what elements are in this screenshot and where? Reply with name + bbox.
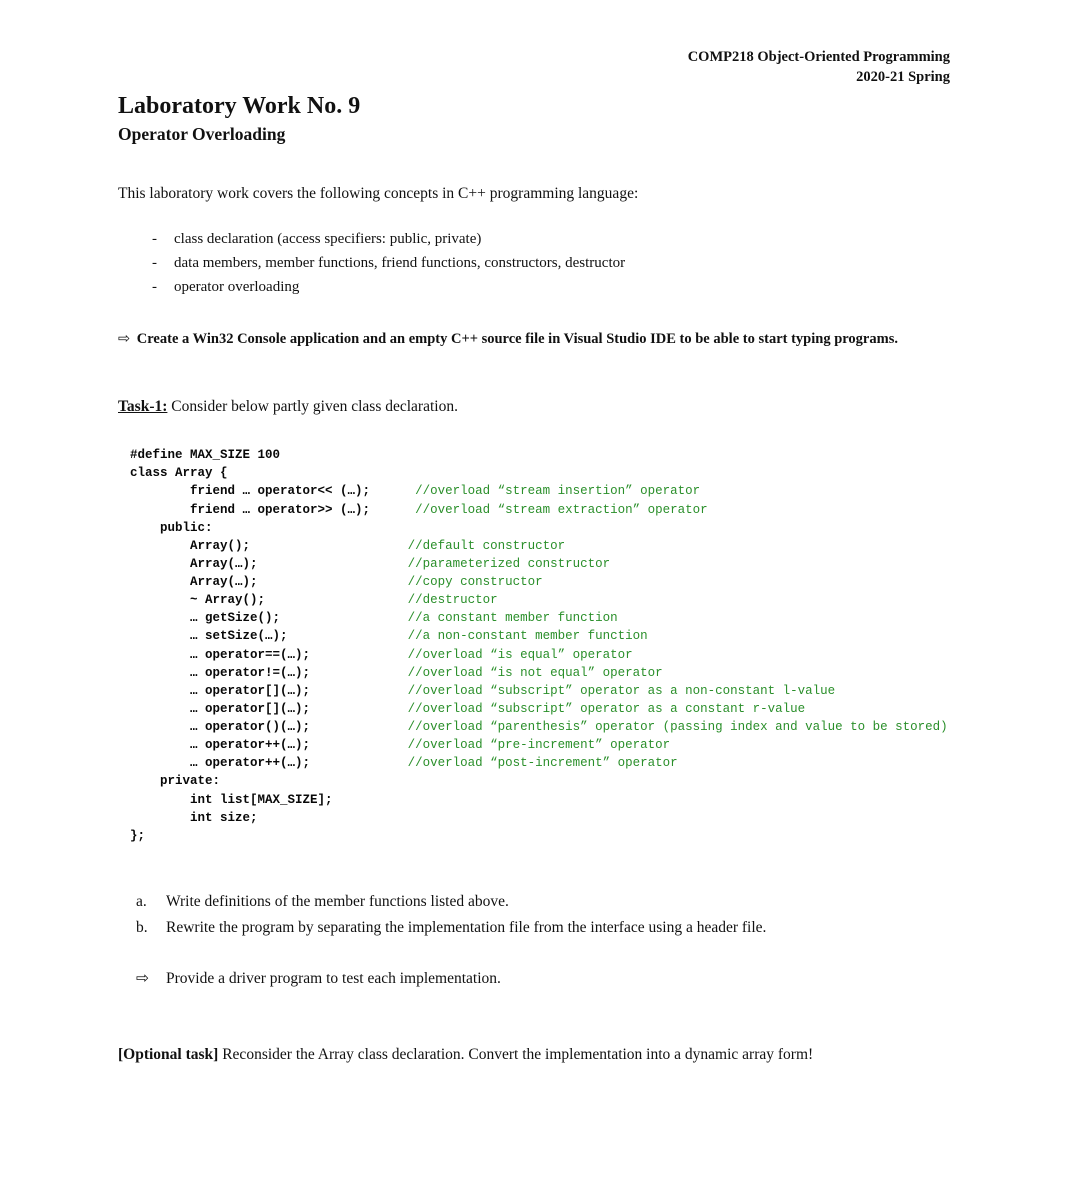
code-left: … operator[](…); bbox=[130, 684, 310, 698]
list-item: a. Write definitions of the member funct… bbox=[136, 889, 950, 915]
code-block: #define MAX_SIZE 100 class Array { frien… bbox=[130, 446, 950, 845]
document-page: COMP218 Object-Oriented Programming 2020… bbox=[0, 0, 1068, 1180]
optional-label: [Optional task] bbox=[118, 1046, 218, 1063]
code-left: Array(…); bbox=[130, 575, 258, 589]
term-line: 2020-21 Spring bbox=[118, 68, 950, 88]
code-comment: //overload “post-increment” operator bbox=[408, 756, 678, 770]
code-left: Array(); bbox=[130, 539, 250, 553]
page-title: Laboratory Work No. 9 bbox=[118, 93, 950, 120]
task-heading: Task-1: Consider below partly given clas… bbox=[118, 398, 950, 416]
code-line: public: bbox=[130, 521, 213, 535]
task-label: Task-1: bbox=[118, 398, 167, 415]
code-left: friend … operator>> (…); bbox=[130, 503, 370, 517]
list-item-label: operator overloading bbox=[174, 275, 299, 299]
optional-text: Reconsider the Array class declaration. … bbox=[218, 1046, 813, 1063]
concept-list: - class declaration (access specifiers: … bbox=[152, 227, 950, 299]
code-line: #define MAX_SIZE 100 bbox=[130, 448, 280, 462]
list-item-label: data members, member functions, friend f… bbox=[174, 251, 625, 275]
list-item-label: Rewrite the program by separating the im… bbox=[166, 915, 766, 941]
code-comment: //overload “pre-increment” operator bbox=[408, 738, 671, 752]
code-line: int list[MAX_SIZE]; bbox=[130, 793, 333, 807]
code-comment: //default constructor bbox=[408, 539, 566, 553]
page-subtitle: Operator Overloading bbox=[118, 124, 950, 145]
driver-text: Provide a driver program to test each im… bbox=[166, 966, 501, 992]
code-comment: //overload “stream insertion” operator bbox=[415, 484, 700, 498]
bullet-dash: - bbox=[152, 275, 174, 299]
arrow-right-icon: ⇨ bbox=[118, 331, 130, 348]
list-item-label: Write definitions of the member function… bbox=[166, 889, 509, 915]
subtask-list: a. Write definitions of the member funct… bbox=[136, 889, 950, 942]
code-left: friend … operator<< (…); bbox=[130, 484, 370, 498]
task-text: Consider below partly given class declar… bbox=[167, 398, 458, 415]
code-line: … setSize(…); //a non-constant member fu… bbox=[130, 629, 648, 643]
course-line: COMP218 Object-Oriented Programming bbox=[118, 48, 950, 68]
code-comment: //overload “is not equal” operator bbox=[408, 666, 663, 680]
code-left: … operator==(…); bbox=[130, 648, 310, 662]
code-line: … operator[](…); //overload “subscript” … bbox=[130, 702, 805, 716]
code-line: … operator==(…); //overload “is equal” o… bbox=[130, 648, 633, 662]
code-line: friend … operator<< (…); //overload “str… bbox=[130, 484, 700, 498]
code-comment: //overload “is equal” operator bbox=[408, 648, 633, 662]
code-left: ~ Array(); bbox=[130, 593, 265, 607]
code-line: }; bbox=[130, 829, 145, 843]
list-marker: b. bbox=[136, 915, 166, 941]
code-comment: //overload “subscript” operator as a con… bbox=[408, 702, 806, 716]
arrow-right-icon: ⇨ bbox=[136, 966, 166, 992]
bullet-dash: - bbox=[152, 227, 174, 251]
code-line: friend … operator>> (…); //overload “str… bbox=[130, 503, 708, 517]
instruction-line: ⇨ Create a Win32 Console application and… bbox=[118, 331, 950, 348]
list-item: - data members, member functions, friend… bbox=[152, 251, 950, 275]
list-item: - class declaration (access specifiers: … bbox=[152, 227, 950, 251]
code-left: … operator!=(…); bbox=[130, 666, 310, 680]
code-left: … setSize(…); bbox=[130, 629, 288, 643]
code-line: … getSize(); //a constant member functio… bbox=[130, 611, 618, 625]
code-comment: //destructor bbox=[408, 593, 498, 607]
code-line: Array(…); //copy constructor bbox=[130, 575, 543, 589]
instruction-text: Create a Win32 Console application and a… bbox=[137, 331, 898, 347]
code-line: Array(…); //parameterized constructor bbox=[130, 557, 610, 571]
code-comment: //copy constructor bbox=[408, 575, 543, 589]
list-item: b. Rewrite the program by separating the… bbox=[136, 915, 950, 941]
code-left: … operator()(…); bbox=[130, 720, 310, 734]
list-item: - operator overloading bbox=[152, 275, 950, 299]
code-line: class Array { bbox=[130, 466, 228, 480]
code-left: … getSize(); bbox=[130, 611, 280, 625]
code-line: … operator++(…); //overload “post-increm… bbox=[130, 756, 678, 770]
list-item: ⇨ Provide a driver program to test each … bbox=[136, 966, 950, 992]
intro-paragraph: This laboratory work covers the followin… bbox=[118, 185, 950, 203]
driver-line: ⇨ Provide a driver program to test each … bbox=[136, 966, 950, 992]
code-line: ~ Array(); //destructor bbox=[130, 593, 498, 607]
list-marker: a. bbox=[136, 889, 166, 915]
code-line: … operator[](…); //overload “subscript” … bbox=[130, 684, 835, 698]
code-comment: //overload “stream extraction” operator bbox=[415, 503, 708, 517]
code-line: … operator()(…); //overload “parenthesis… bbox=[130, 720, 948, 734]
code-comment: //a constant member function bbox=[408, 611, 618, 625]
code-left: … operator++(…); bbox=[130, 756, 310, 770]
code-left: Array(…); bbox=[130, 557, 258, 571]
code-line: int size; bbox=[130, 811, 258, 825]
bullet-dash: - bbox=[152, 251, 174, 275]
code-line: … operator!=(…); //overload “is not equa… bbox=[130, 666, 663, 680]
code-line: … operator++(…); //overload “pre-increme… bbox=[130, 738, 670, 752]
code-line: Array(); //default constructor bbox=[130, 539, 565, 553]
code-comment: //overload “subscript” operator as a non… bbox=[408, 684, 836, 698]
header-block: COMP218 Object-Oriented Programming 2020… bbox=[118, 48, 950, 87]
code-line: private: bbox=[130, 774, 220, 788]
list-item-label: class declaration (access specifiers: pu… bbox=[174, 227, 481, 251]
code-comment: //a non-constant member function bbox=[408, 629, 648, 643]
code-comment: //overload “parenthesis” operator (passi… bbox=[408, 720, 948, 734]
code-comment: //parameterized constructor bbox=[408, 557, 611, 571]
code-left: … operator++(…); bbox=[130, 738, 310, 752]
code-left: … operator[](…); bbox=[130, 702, 310, 716]
optional-task: [Optional task] Reconsider the Array cla… bbox=[118, 1046, 950, 1064]
